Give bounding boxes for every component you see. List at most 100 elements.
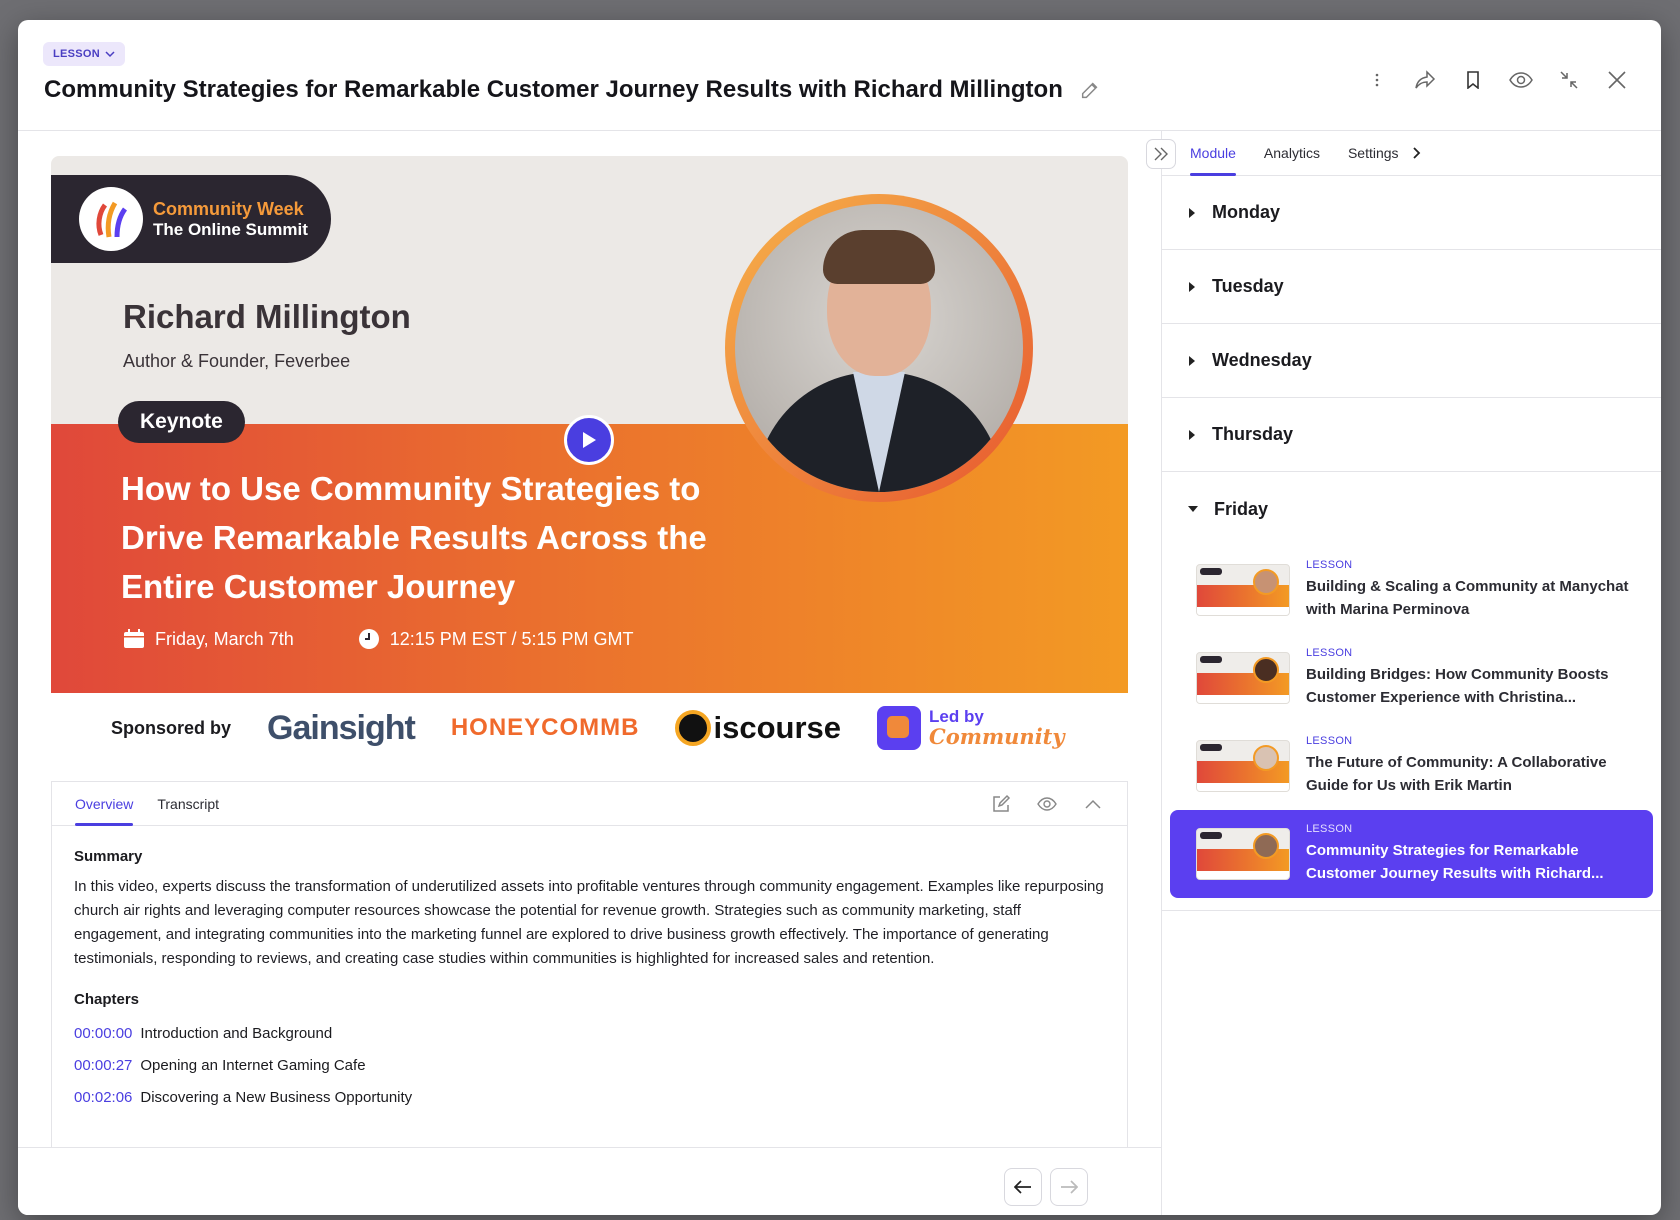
day-section-friday: Friday LESSON Building & Scaling a Commu… (1162, 472, 1661, 911)
summit-logo-mark (79, 187, 143, 251)
clock-icon (358, 629, 379, 649)
calendar-icon (124, 629, 144, 648)
session-type-badge: Keynote (118, 401, 245, 443)
tab-overview[interactable]: Overview (75, 782, 134, 826)
chapter-title: Opening an Internet Gaming Cafe (140, 1057, 366, 1074)
tab-settings[interactable]: Settings (1348, 131, 1399, 176)
lesson-tag: LESSON (1306, 735, 1353, 747)
edit-pencil-icon[interactable] (1079, 79, 1101, 101)
collapse-button[interactable] (1079, 790, 1107, 818)
summary-text: In this video, experts discuss the trans… (74, 878, 1104, 967)
sidebar-tabs: Module Analytics Settings (1146, 131, 1661, 176)
tab-analytics[interactable]: Analytics (1264, 131, 1320, 176)
session-time: 12:15 PM EST / 5:15 PM GMT (358, 628, 633, 650)
play-icon (583, 432, 596, 448)
collapse-sidebar-button[interactable] (1146, 139, 1176, 169)
discourse-logo-mark (675, 710, 712, 746)
lesson-thumbnail (1196, 740, 1290, 792)
lesson-type-dropdown[interactable]: LESSON (43, 42, 126, 66)
discourse-logo-text: iscourse (713, 710, 841, 745)
share-button[interactable] (1411, 66, 1439, 94)
video-player[interactable]: Community Week The Online Summit Richard… (51, 156, 1128, 693)
chapter-timestamp[interactable]: 00:02:06 (74, 1082, 132, 1114)
visibility-button[interactable] (1033, 790, 1061, 818)
chevron-up-icon (1085, 799, 1101, 809)
session-meta: Friday, March 7th 12:15 PM EST / 5:15 PM… (123, 628, 633, 650)
next-lesson-button[interactable] (1050, 1168, 1088, 1206)
day-label: Friday (1214, 498, 1269, 519)
arrow-left-icon (1014, 1180, 1031, 1194)
sponsor-honeycommb-logo: HONEYCOMMB (450, 714, 640, 741)
chapter-item[interactable]: 00:00:27 Opening an Internet Gaming Cafe (74, 1050, 1105, 1082)
previous-lesson-button[interactable] (1004, 1168, 1042, 1206)
lesson-footer (18, 1147, 1161, 1215)
lesson-details-panel: Overview Transcript Summary In this vide… (51, 781, 1128, 1181)
chapter-item[interactable]: 00:02:06 Discovering a New Business Oppo… (74, 1082, 1105, 1114)
lesson-modal: LESSON Community Strategies for Remarkab… (18, 20, 1661, 1215)
main-content: Community Week The Online Summit Richard… (18, 131, 1161, 1215)
chapters-heading: Chapters (74, 991, 140, 1008)
bookmark-button[interactable] (1459, 66, 1487, 94)
session-date: Friday, March 7th (123, 628, 294, 650)
day-label: Tuesday (1212, 276, 1284, 296)
lesson-list-item[interactable]: LESSON Building & Scaling a Community at… (1170, 546, 1653, 634)
eye-icon (1037, 797, 1057, 811)
double-chevron-right-icon (1154, 147, 1168, 161)
minimize-button[interactable] (1555, 66, 1583, 94)
badge-label: LESSON (53, 48, 101, 60)
lesson-title: Building Bridges: How Community Boosts C… (1306, 666, 1609, 706)
ledbycommunity-logo-mark (877, 706, 921, 750)
lesson-thumbnail (1196, 564, 1290, 616)
header-actions (1363, 66, 1631, 94)
sponsors-bar: Sponsored by Gainsight HONEYCOMMB iscour… (51, 693, 1128, 763)
lesson-title: Building & Scaling a Community at Manych… (1306, 578, 1629, 618)
lesson-title: Community Strategies for Remarkable Cust… (1306, 842, 1604, 882)
session-date-text: Friday, March 7th (155, 628, 294, 649)
chapter-title: Introduction and Background (140, 1025, 333, 1042)
day-section-monday[interactable]: Monday (1162, 176, 1661, 250)
edit-button[interactable] (987, 790, 1015, 818)
lesson-list-item[interactable]: LESSON Building Bridges: How Community B… (1170, 634, 1653, 722)
chapter-timestamp[interactable]: 00:00:00 (74, 1018, 132, 1050)
minimize-icon (1560, 71, 1578, 89)
page-title: Community Strategies for Remarkable Cust… (44, 76, 1101, 104)
more-options-button[interactable] (1363, 66, 1391, 94)
chapter-item[interactable]: 00:00:00 Introduction and Background (74, 1018, 1105, 1050)
speaker-role: Author & Founder, Feverbee (123, 351, 351, 371)
details-actions (987, 790, 1107, 818)
day-label: Thursday (1212, 424, 1294, 444)
play-button[interactable] (564, 415, 614, 465)
day-section-thursday[interactable]: Thursday (1162, 398, 1661, 472)
summit-logo: Community Week The Online Summit (51, 175, 331, 263)
lesson-list-item-active[interactable]: LESSON Community Strategies for Remarkab… (1170, 810, 1653, 898)
lesson-tag: LESSON (1306, 559, 1353, 571)
sponsored-by-label: Sponsored by (111, 717, 232, 738)
lesson-tag: LESSON (1306, 823, 1353, 835)
tab-transcript[interactable]: Transcript (157, 782, 219, 826)
caret-right-icon (1189, 281, 1195, 292)
logo-line2: The Online Summit (153, 219, 308, 239)
lesson-thumbnail (1196, 652, 1290, 704)
day-section-wednesday[interactable]: Wednesday (1162, 324, 1661, 398)
summary-heading: Summary (74, 848, 143, 865)
caret-right-icon (1189, 355, 1195, 366)
day-section-tuesday[interactable]: Tuesday (1162, 250, 1661, 324)
day-label: Monday (1212, 202, 1281, 222)
bookmark-icon (1467, 71, 1479, 89)
logo-line1: Community Week (153, 198, 304, 219)
eye-icon (1509, 72, 1533, 88)
close-button[interactable] (1603, 66, 1631, 94)
chevron-down-icon (105, 51, 115, 58)
preview-button[interactable] (1507, 66, 1535, 94)
chapter-timestamp[interactable]: 00:00:27 (74, 1050, 132, 1082)
lesson-thumbnail (1196, 828, 1290, 880)
chevron-right-icon[interactable] (1412, 147, 1421, 159)
sponsor-discourse-logo: iscourse (675, 710, 841, 746)
share-icon (1415, 70, 1436, 89)
day-label: Wednesday (1212, 350, 1312, 370)
lesson-list-item[interactable]: LESSON The Future of Community: A Collab… (1170, 722, 1653, 810)
tab-module[interactable]: Module (1190, 131, 1236, 176)
day-header-friday[interactable]: Friday (1162, 472, 1661, 546)
details-tabs: Overview Transcript (52, 782, 1127, 826)
caret-right-icon (1189, 429, 1195, 440)
